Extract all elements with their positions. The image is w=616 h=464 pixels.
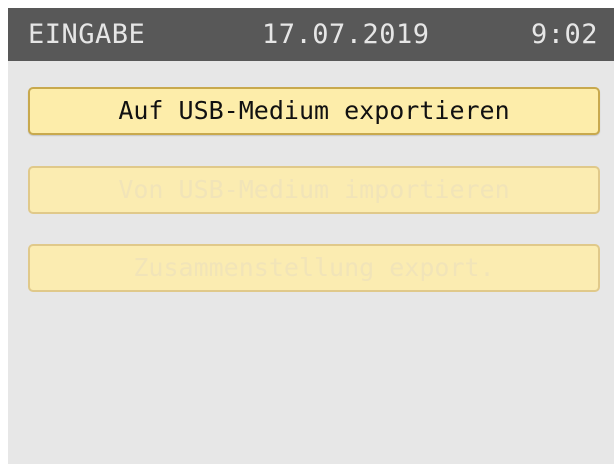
status-bar: EINGABE 17.07.2019 9:02	[8, 8, 614, 61]
export-to-usb-button[interactable]: Auf USB-Medium exportieren	[28, 87, 600, 135]
time-display: 9:02	[530, 19, 598, 50]
device-screen: EINGABE 17.07.2019 9:02 Auf USB-Medium e…	[8, 8, 614, 464]
date-display: 17.07.2019	[262, 19, 430, 50]
import-from-usb-button[interactable]: Von USB-Medium importieren	[28, 166, 600, 214]
export-compilation-button[interactable]: Zusammenstellung export.	[28, 244, 600, 292]
page-title: EINGABE	[28, 19, 146, 50]
